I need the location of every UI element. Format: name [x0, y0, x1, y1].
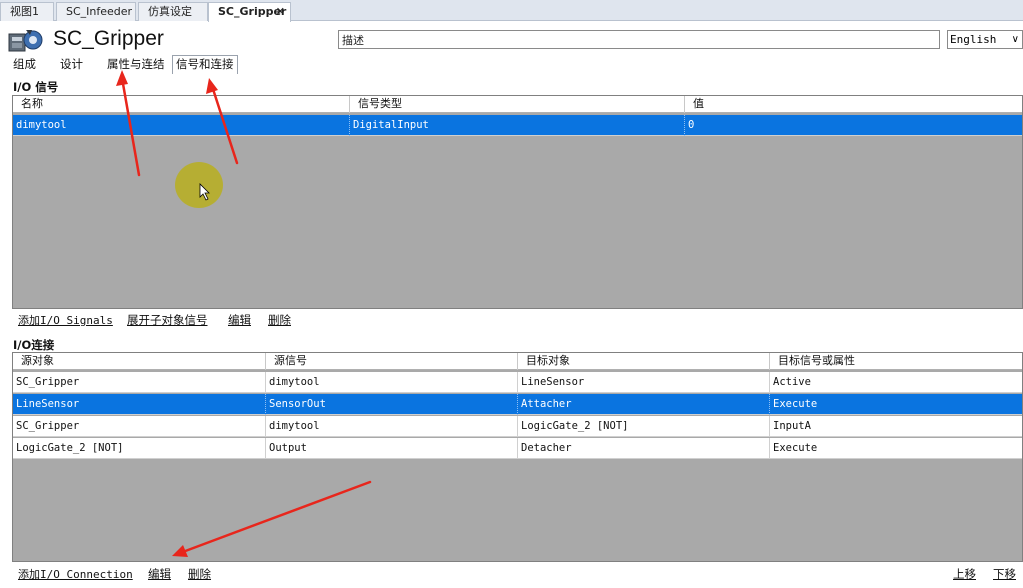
target-object-cell: LogicGate_2 [NOT]	[518, 416, 770, 437]
target-signal-cell: Execute	[773, 398, 818, 410]
tab-signals-and-connections[interactable]: 信号和连接	[172, 55, 238, 74]
source-signal-cell: SensorOut	[266, 394, 518, 415]
close-icon[interactable]: ✕	[276, 3, 285, 20]
column-header-name[interactable]: 名称	[13, 96, 350, 113]
io-signals-grid: 名称 信号类型 值 dimytool DigitalInput 0	[12, 95, 1023, 309]
delete-signal-link[interactable]: 删除	[268, 312, 291, 328]
column-header-value[interactable]: 值	[685, 96, 1022, 113]
target-signal-cell: Execute	[773, 442, 818, 454]
doc-tab-label: 视图1	[10, 5, 39, 18]
source-object-cell: LineSensor	[13, 394, 266, 415]
smart-component-icon	[8, 30, 43, 52]
component-title: SC_Gripper	[53, 27, 164, 50]
tab-design[interactable]: 设计	[57, 56, 86, 74]
expand-child-signals-link[interactable]: 展开子对象信号	[127, 312, 208, 328]
doc-tab-sc-gripper[interactable]: SC_Gripper ✕	[208, 2, 291, 22]
add-io-connection-link[interactable]: 添加I/O Connection	[18, 566, 133, 582]
description-input[interactable]: 描述	[338, 30, 940, 49]
target-signal-cell: Active	[773, 376, 811, 388]
add-io-signals-link[interactable]: 添加I/O Signals	[18, 312, 113, 328]
target-object-cell: LineSensor	[518, 372, 770, 393]
table-row[interactable]: LineSensor SensorOut Attacher Execute	[13, 394, 1022, 415]
signal-name-cell: dimytool	[13, 115, 350, 136]
table-row[interactable]: dimytool DigitalInput 0	[13, 115, 1022, 136]
source-signal-cell: dimytool	[266, 372, 518, 393]
column-header-source-object[interactable]: 源对象	[13, 353, 266, 370]
language-value: English	[950, 33, 997, 46]
source-signal-cell: Output	[266, 438, 518, 459]
source-object-cell: SC_Gripper	[13, 416, 266, 437]
doc-tab-label: 仿真设定	[148, 5, 192, 18]
arrow-head-icon	[206, 78, 218, 94]
table-row[interactable]: SC_Gripper dimytool LineSensor Active	[13, 372, 1022, 393]
table-row[interactable]: SC_Gripper dimytool LogicGate_2 [NOT] In…	[13, 416, 1022, 437]
table-row[interactable]: LogicGate_2 [NOT] Output Detacher Execut…	[13, 438, 1022, 459]
io-connections-title: I/O连接	[13, 338, 55, 352]
io-connections-grid: 源对象 源信号 目标对象 目标信号或属性 SC_Gripper dimytool…	[12, 352, 1023, 562]
delete-connection-link[interactable]: 删除	[188, 566, 211, 582]
tab-properties-and-bindings[interactable]: 属性与连结	[104, 56, 168, 74]
chevron-down-icon: ∨	[1011, 34, 1019, 45]
target-object-cell: Detacher	[518, 438, 770, 459]
doc-tab-label: SC_Infeeder	[66, 5, 133, 18]
doc-tab-view1[interactable]: 视图1	[0, 2, 54, 21]
target-object-cell: Attacher	[518, 394, 770, 415]
source-object-cell: SC_Gripper	[13, 372, 266, 393]
doc-tab-simulation-settings[interactable]: 仿真设定	[138, 2, 208, 21]
move-up-link[interactable]: 上移	[953, 566, 976, 582]
source-signal-cell: dimytool	[266, 416, 518, 437]
edit-signal-link[interactable]: 编辑	[228, 312, 251, 328]
cursor-highlight	[175, 162, 223, 208]
column-header-signal-type[interactable]: 信号类型	[350, 96, 685, 113]
column-header-target-object[interactable]: 目标对象	[518, 353, 770, 370]
tab-composition[interactable]: 组成	[10, 56, 39, 74]
doc-tab-sc-infeeder[interactable]: SC_Infeeder	[56, 2, 136, 21]
grid-header: 源对象 源信号 目标对象 目标信号或属性	[13, 353, 1022, 370]
io-signals-title: I/O 信号	[13, 80, 59, 94]
language-select[interactable]: English ∨	[947, 30, 1023, 49]
column-header-source-signal[interactable]: 源信号	[266, 353, 518, 370]
source-object-cell: LogicGate_2 [NOT]	[13, 438, 266, 459]
signal-value-cell: 0	[688, 119, 695, 131]
move-down-link[interactable]: 下移	[993, 566, 1016, 582]
column-header-target-signal[interactable]: 目标信号或属性	[770, 353, 1022, 370]
target-signal-cell: InputA	[773, 420, 811, 432]
signal-type-cell: DigitalInput	[350, 115, 685, 136]
edit-connection-link[interactable]: 编辑	[148, 566, 171, 582]
document-tab-strip: 视图1 SC_Infeeder 仿真设定 SC_Gripper ✕	[0, 0, 1023, 22]
grid-header: 名称 信号类型 值	[13, 96, 1022, 113]
